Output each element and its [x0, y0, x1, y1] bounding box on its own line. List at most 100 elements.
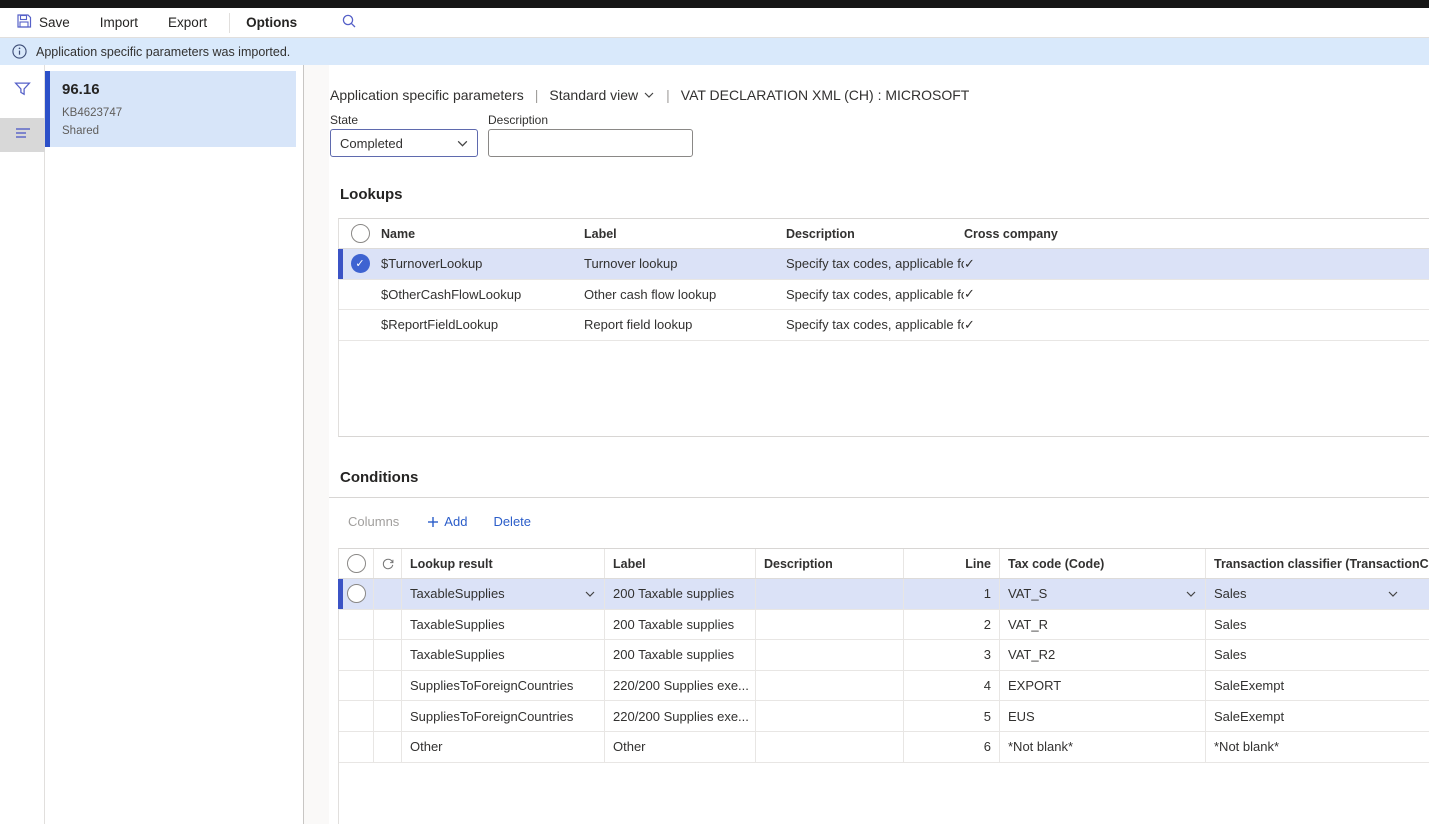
description-cell[interactable] — [756, 609, 904, 640]
description-cell[interactable] — [756, 701, 904, 731]
table-row[interactable]: $ReportFieldLookup Report field lookup S… — [339, 310, 1429, 341]
label-cell[interactable]: 200 Taxable supplies — [605, 579, 756, 609]
column-header-name[interactable]: Name — [381, 227, 584, 241]
table-row[interactable]: TaxableSupplies 200 Taxable supplies 3 V… — [339, 640, 1429, 671]
chevron-down-icon — [1185, 588, 1197, 600]
save-icon — [16, 13, 32, 32]
lookup-label-cell[interactable]: Turnover lookup — [584, 256, 786, 271]
table-row[interactable]: TaxableSupplies 200 Taxable supplies 2 V… — [339, 609, 1429, 641]
label-cell[interactable]: 200 Taxable supplies — [605, 640, 756, 670]
lookup-name-cell[interactable]: $OtherCashFlowLookup — [381, 287, 584, 302]
tax-code-cell[interactable]: VAT_R — [1000, 609, 1206, 640]
line-cell[interactable]: 6 — [904, 731, 1000, 762]
lookup-label-cell[interactable]: Report field lookup — [584, 317, 786, 332]
line-cell[interactable]: 4 — [904, 670, 1000, 701]
column-header-label[interactable]: Label — [584, 227, 786, 241]
filter-button[interactable] — [0, 75, 45, 109]
line-cell[interactable]: 3 — [904, 640, 1000, 670]
lookup-name-cell[interactable]: $TurnoverLookup — [381, 256, 584, 271]
options-button[interactable]: Options — [242, 8, 301, 37]
command-bar: Save Import Export Options — [0, 8, 1429, 38]
table-row[interactable]: $OtherCashFlowLookup Other cash flow loo… — [339, 280, 1429, 310]
column-header-tax-code[interactable]: Tax code (Code) — [1000, 549, 1206, 578]
column-header-cross-company[interactable]: Cross company — [964, 227, 1429, 241]
select-all-circle[interactable] — [346, 554, 366, 573]
lookup-description-cell[interactable]: Specify tax codes, applicable for... — [786, 287, 964, 302]
table-row[interactable]: SuppliesToForeignCountries 220/200 Suppl… — [339, 670, 1429, 702]
panel-divider — [303, 65, 304, 824]
lookup-result-cell[interactable]: Other — [402, 731, 605, 762]
save-button[interactable]: Save — [12, 8, 74, 37]
section-divider — [329, 497, 1429, 498]
search-button[interactable] — [341, 13, 357, 32]
row-selected-check-icon[interactable]: ✓ — [350, 254, 370, 274]
check-icon: ✓ — [964, 316, 975, 332]
description-cell[interactable] — [756, 731, 904, 762]
list-lines-icon — [14, 126, 32, 145]
label-cell[interactable]: 220/200 Supplies exe... — [605, 701, 756, 731]
description-cell[interactable] — [756, 640, 904, 670]
export-button[interactable]: Export — [164, 8, 211, 37]
lookup-result-combobox[interactable]: TaxableSupplies — [402, 579, 605, 609]
classifier-cell[interactable]: *Not blank* — [1206, 732, 1429, 762]
add-button[interactable]: Add — [427, 514, 467, 529]
classifier-cell[interactable]: SaleExempt — [1206, 671, 1429, 701]
import-button[interactable]: Import — [96, 8, 142, 37]
page-title: Application specific parameters — [330, 87, 524, 103]
lookup-result-cell[interactable]: TaxableSupplies — [402, 640, 605, 670]
line-cell[interactable]: 1 — [904, 579, 1000, 609]
column-header-line[interactable]: Line — [904, 549, 1000, 578]
lookup-label-cell[interactable]: Other cash flow lookup — [584, 287, 786, 302]
description-input[interactable] — [488, 129, 693, 157]
lookup-description-cell[interactable]: Specify tax codes, applicable for... — [786, 317, 964, 332]
lookup-result-cell[interactable]: TaxableSupplies — [402, 609, 605, 640]
label-cell[interactable]: 220/200 Supplies exe... — [605, 670, 756, 701]
refresh-icon[interactable] — [381, 557, 395, 571]
line-cell[interactable]: 2 — [904, 609, 1000, 640]
filter-icon — [14, 81, 31, 103]
tax-code-combobox[interactable]: VAT_S — [1000, 579, 1206, 609]
delete-button[interactable]: Delete — [493, 514, 531, 529]
tax-code-cell[interactable]: *Not blank* — [1000, 731, 1206, 762]
table-row[interactable]: SuppliesToForeignCountries 220/200 Suppl… — [339, 701, 1429, 732]
lookup-description-cell[interactable]: Specify tax codes, applicable for... — [786, 256, 964, 271]
check-icon: ✓ — [964, 255, 975, 271]
lookup-name-cell[interactable]: $ReportFieldLookup — [381, 317, 584, 332]
label-cell[interactable]: Other — [605, 731, 756, 762]
left-rail — [0, 65, 45, 824]
description-cell[interactable] — [756, 579, 904, 609]
column-header-description[interactable]: Description — [786, 227, 964, 241]
classifier-cell[interactable]: SaleExempt — [1206, 701, 1429, 731]
tax-code-cell[interactable]: VAT_R2 — [1000, 640, 1206, 670]
classifier-combobox[interactable]: Sales — [1206, 579, 1429, 609]
chevron-down-icon — [643, 89, 655, 101]
state-value: Completed — [340, 135, 403, 151]
state-dropdown[interactable]: Completed — [330, 129, 478, 157]
lookup-result-cell[interactable]: SuppliesToForeignCountries — [402, 701, 605, 731]
column-header-description[interactable]: Description — [756, 549, 904, 578]
lookup-result-cell[interactable]: SuppliesToForeignCountries — [402, 670, 605, 701]
view-selector[interactable]: Standard view — [549, 87, 655, 103]
table-row[interactable]: ✓ $TurnoverLookup Turnover lookup Specif… — [338, 249, 1429, 280]
app-window: Save Import Export Options Application s… — [0, 0, 1429, 824]
column-header-lookup-result[interactable]: Lookup result — [402, 549, 605, 578]
description-cell[interactable] — [756, 670, 904, 701]
tax-code-cell[interactable]: EXPORT — [1000, 670, 1206, 701]
columns-button[interactable]: Columns — [348, 514, 399, 529]
line-cell[interactable]: 5 — [904, 701, 1000, 731]
classifier-cell[interactable]: Sales — [1206, 640, 1429, 670]
conditions-grid: Lookup result Label Description Line Tax… — [338, 548, 1429, 824]
table-row[interactable]: TaxableSupplies 200 Taxable supplies 1 V… — [338, 579, 1429, 610]
classifier-cell[interactable]: Sales — [1206, 610, 1429, 640]
select-all-circle[interactable] — [350, 224, 370, 243]
column-header-label[interactable]: Label — [605, 549, 756, 578]
version-list-item-selected[interactable]: 96.16 KB4623747 Shared — [45, 71, 296, 147]
tax-code-cell[interactable]: EUS — [1000, 701, 1206, 731]
options-label: Options — [246, 15, 298, 30]
column-header-classifier[interactable]: Transaction classifier (TransactionCla..… — [1206, 549, 1429, 578]
list-view-button[interactable] — [0, 118, 45, 152]
row-select-circle[interactable] — [346, 584, 366, 604]
table-row[interactable]: Other Other 6 *Not blank* *Not blank* — [339, 731, 1429, 763]
lookups-grid: Name Label Description Cross company ✓ $… — [338, 218, 1429, 437]
label-cell[interactable]: 200 Taxable supplies — [605, 609, 756, 640]
